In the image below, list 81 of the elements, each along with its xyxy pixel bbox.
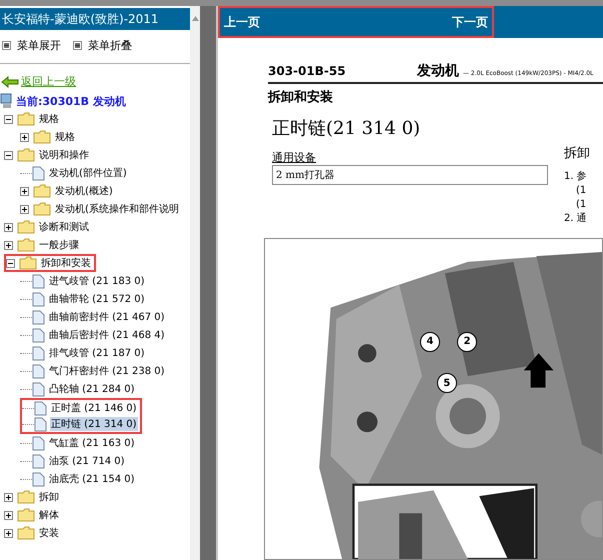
tree-item[interactable]: 曲轴带轮 (21 572 0) xyxy=(20,290,148,308)
sidebar-title: 长安福特-蒙迪欧(致胜)-2011 xyxy=(0,8,190,30)
document-icon xyxy=(32,274,45,288)
document-icon xyxy=(32,436,45,450)
tree-item[interactable]: 凸轮轴 (21 284 0) xyxy=(20,380,138,398)
folder-icon xyxy=(17,508,35,522)
document-icon xyxy=(32,382,45,396)
previous-page-link[interactable]: 上一页 xyxy=(224,14,260,30)
document-icon xyxy=(32,346,45,360)
expand-icon[interactable] xyxy=(20,186,29,196)
tree-item[interactable]: 气门杆密封件 (21 238 0) xyxy=(20,362,168,380)
document-icon xyxy=(34,416,47,432)
tree-folder-item[interactable]: 发动机(概述) xyxy=(20,182,116,200)
folder-icon xyxy=(17,220,35,234)
step-text: 2. 通 xyxy=(564,212,588,226)
equipment-item: 2 mm打孔器 xyxy=(275,168,336,183)
tree-folder-item[interactable]: 拆卸和安装 xyxy=(4,254,96,272)
document-icon xyxy=(34,400,47,416)
back-link[interactable]: 返回上一级 xyxy=(21,74,76,89)
tree-item[interactable]: 排气歧管 (21 187 0) xyxy=(20,344,148,362)
tree-folder-item[interactable]: 规格 xyxy=(4,110,62,128)
collapse-icon[interactable] xyxy=(6,258,15,268)
scrollbar[interactable] xyxy=(190,6,200,560)
folder-icon xyxy=(33,184,51,198)
back-arrow-icon xyxy=(1,76,19,88)
folder-icon xyxy=(19,256,37,270)
tree-item[interactable]: 进气歧管 (21 183 0) xyxy=(20,272,148,290)
step-text: (1 xyxy=(575,198,588,212)
expand-icon[interactable] xyxy=(4,222,13,232)
list-icon xyxy=(73,41,82,50)
tree-folder-item[interactable]: 一般步骤 xyxy=(4,236,82,254)
chapter-title: 发动机 xyxy=(417,62,459,80)
expand-icon[interactable] xyxy=(4,240,13,250)
computer-icon xyxy=(0,93,14,109)
step-text: 1. 参 xyxy=(564,170,588,184)
document-code: 303-01B-55 xyxy=(268,64,347,78)
document-icon xyxy=(32,292,45,306)
equipment-label: 通用设备 xyxy=(272,150,317,165)
folder-icon xyxy=(17,238,35,252)
tree-item[interactable]: 油泵 (21 714 0) xyxy=(20,452,128,470)
step-text: (1 xyxy=(575,184,588,198)
tree-item[interactable]: 曲轴后密封件 (21 468 4) xyxy=(20,326,168,344)
section-heading: 拆卸和安装 xyxy=(268,88,334,106)
step-heading: 拆卸 xyxy=(564,145,590,162)
expand-icon[interactable] xyxy=(20,204,29,214)
menu-toggle-button[interactable]: 菜单展开 xyxy=(2,38,61,53)
folder-icon xyxy=(17,490,35,504)
tree-folder-item[interactable]: 拆卸 xyxy=(4,488,62,506)
collapse-icon[interactable] xyxy=(4,114,13,124)
document-icon xyxy=(32,310,45,324)
collapse-icon[interactable] xyxy=(4,150,13,160)
document-icon xyxy=(32,364,45,378)
folder-icon xyxy=(17,148,35,162)
tree-folder-item[interactable]: 规格 xyxy=(20,128,78,146)
splitter[interactable] xyxy=(200,6,218,560)
current-location: 当前:30301B 发动机 xyxy=(16,94,126,108)
document-icon xyxy=(32,472,45,486)
tree-item[interactable]: 发动机(部件位置) xyxy=(20,164,130,182)
tree-folder-item[interactable]: 解体 xyxy=(4,506,62,524)
menu-toggle-button[interactable]: 菜单折叠 xyxy=(73,38,132,53)
document-icon xyxy=(32,328,45,342)
document-icon xyxy=(32,166,45,180)
expand-icon[interactable] xyxy=(20,132,29,142)
document-icon xyxy=(32,454,45,468)
procedure-title: 正时链(21 314 0) xyxy=(272,117,422,140)
folder-icon xyxy=(33,130,51,144)
tree-folder-item[interactable]: 说明和操作 xyxy=(4,146,92,164)
tree-item[interactable]: 气缸盖 (21 163 0) xyxy=(20,434,138,452)
expand-icon[interactable] xyxy=(4,510,13,520)
tree-folder-item[interactable]: 诊断和测试 xyxy=(4,218,92,236)
tree-item[interactable]: 正时链 (21 314 0) xyxy=(20,416,142,434)
folder-icon xyxy=(17,526,35,540)
tree-item[interactable]: 曲轴前密封件 (21 467 0) xyxy=(20,308,168,326)
next-page-link[interactable]: 下一页 xyxy=(452,14,488,30)
expand-icon[interactable] xyxy=(4,492,13,502)
folder-icon xyxy=(17,112,35,126)
tree-folder-item[interactable]: 安装 xyxy=(4,524,62,542)
expand-icon[interactable] xyxy=(4,528,13,538)
tree-folder-item[interactable]: 发动机(系统操作和部件说明 xyxy=(20,200,182,218)
tree-item[interactable]: 油底壳 (21 154 0) xyxy=(20,470,138,488)
folder-icon xyxy=(33,202,51,216)
